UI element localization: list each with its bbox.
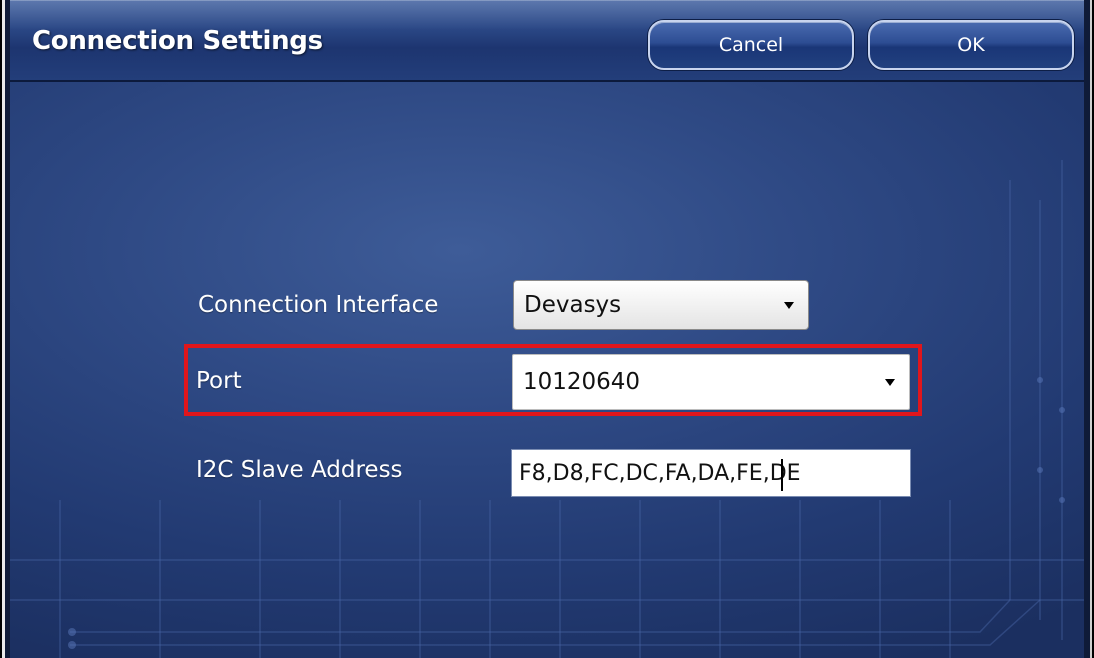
connection-interface-value: Devasys [524, 292, 622, 318]
window-frame-left [0, 0, 10, 658]
connection-interface-dropdown[interactable]: Devasys [513, 280, 809, 330]
ok-button[interactable]: OK [868, 20, 1074, 70]
port-label: Port [196, 368, 242, 394]
connection-interface-label: Connection Interface [198, 292, 439, 318]
i2c-slave-address-input[interactable] [511, 449, 911, 497]
cancel-button[interactable]: Cancel [648, 20, 854, 70]
text-cursor [781, 459, 783, 491]
connection-settings-dialog: Connection Settings Cancel OK Connection… [0, 0, 1094, 658]
i2c-slave-address-label: I2C Slave Address [196, 457, 403, 483]
dialog-title: Connection Settings [32, 26, 323, 56]
port-value: 10120640 [523, 369, 641, 395]
chevron-down-icon [784, 302, 794, 309]
chevron-down-icon [885, 379, 895, 386]
port-dropdown[interactable]: 10120640 [512, 354, 910, 410]
window-frame-right [1084, 0, 1094, 658]
